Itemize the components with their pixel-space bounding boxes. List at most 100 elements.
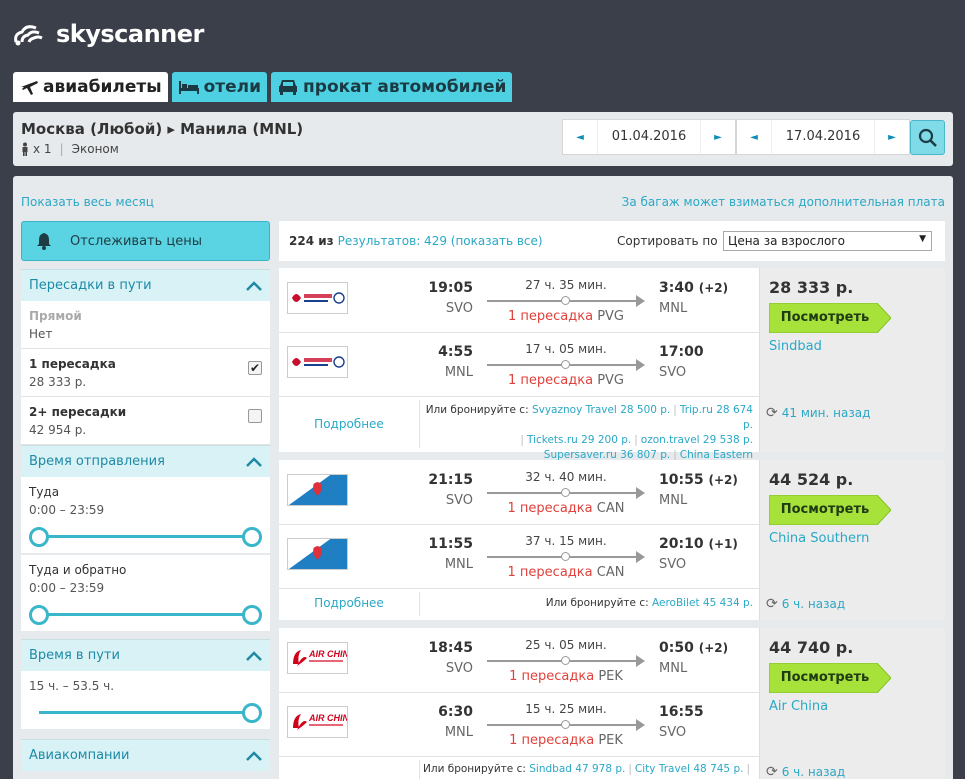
search-button[interactable]	[910, 120, 945, 155]
footer-separator	[419, 592, 420, 616]
arrival-time: 20:10 (+1)	[659, 536, 738, 552]
show-month-link[interactable]: Показать весь месяц	[21, 195, 154, 209]
alts-prefix: Или бронируйте с:	[425, 404, 529, 416]
stops-count: 1 пересадка	[507, 309, 594, 324]
tab-hotels[interactable]: отели	[171, 72, 268, 102]
details-link[interactable]: Подробнее	[279, 596, 419, 610]
slider-handle-min[interactable]	[29, 605, 49, 625]
track-prices-button[interactable]: Отслеживать цены	[21, 221, 270, 261]
stop-option-two-plus[interactable]: 2+ пересадки 42 954 р.	[21, 397, 270, 445]
time-slider	[29, 599, 262, 631]
flight-leg-return[interactable]: 11:55 MNL 37 ч. 15 мин. 1 пересадка CAN …	[279, 524, 759, 588]
agent-link[interactable]: China Southern	[769, 531, 869, 546]
departure-airport: MNL	[444, 557, 473, 572]
footer-separator	[419, 760, 420, 779]
day-offset: (+2)	[698, 281, 729, 295]
arrival-time: 17:00	[659, 344, 704, 360]
slider-handle-max[interactable]	[242, 605, 262, 625]
updated-time: ⟳ 6 ч. назад	[766, 764, 845, 779]
tab-car-rental[interactable]: прокат автомобилей	[271, 72, 513, 102]
chevron-up-icon	[246, 750, 262, 761]
next-date-button[interactable]: ►	[875, 120, 909, 154]
slider-track[interactable]	[39, 535, 252, 538]
alt-offer-link[interactable]: Sindbad 47 978 р.	[529, 763, 625, 775]
alt-offer-link[interactable]: Tickets.ru 29 200 р.	[527, 434, 631, 446]
departure-time: 4:55	[438, 344, 473, 360]
results-count: 224 из	[289, 234, 334, 248]
filter-departure-header[interactable]: Время отправления	[21, 445, 270, 477]
departure-outbound-range: Туда 0:00 – 23:59	[21, 477, 270, 553]
via-airport: CAN	[596, 501, 625, 516]
next-date-button[interactable]: ►	[701, 120, 735, 154]
alt-offer-link[interactable]: City Travel 48 745 р.	[635, 763, 744, 775]
separator: |	[59, 142, 64, 156]
arrival-time-value: 0:50	[659, 640, 694, 656]
slider-handle-min[interactable]	[29, 527, 49, 547]
departure-time: 6:30	[438, 704, 473, 720]
site-header: skyscanner авиабилеты отели прокат автом…	[0, 0, 965, 102]
arrival-airport: SVO	[659, 725, 687, 740]
tab-flights[interactable]: авиабилеты	[13, 72, 168, 102]
checkbox-unchecked[interactable]	[248, 409, 262, 423]
depart-date[interactable]: 01.04.2016	[597, 120, 701, 154]
alt-offer-link[interactable]: Trip.ru 28 674 р.	[680, 404, 753, 431]
flight-leg-return[interactable]: 4:55 MNL 17 ч. 05 мин. 1 пересадка PVG 1…	[279, 332, 759, 396]
flight-leg-outbound[interactable]: 21:15 SVO 32 ч. 40 мин. 1 пересадка CAN …	[279, 460, 759, 524]
arrival-time: 3:40 (+2)	[659, 280, 728, 296]
details-link[interactable]: Подробнее	[279, 417, 419, 431]
filter-airlines-header[interactable]: Авиакомпании	[21, 739, 270, 771]
prev-date-button[interactable]: ◄	[563, 120, 597, 154]
view-deal-button[interactable]: Посмотреть	[769, 663, 891, 693]
checkbox-checked[interactable]: ✔	[248, 361, 262, 375]
flight-leg-outbound[interactable]: AIR CHINA 18:45 SVO 25 ч. 05 мин. 1 пере…	[279, 628, 759, 692]
arrival-airport: MNL	[659, 493, 688, 508]
slider-track[interactable]	[39, 711, 252, 714]
stop-option-one[interactable]: 1 пересадка 28 333 р. ✔	[21, 349, 270, 397]
prev-date-button[interactable]: ◄	[737, 120, 771, 154]
updated-text: 6 ч. назад	[781, 765, 846, 779]
slider-track[interactable]	[39, 613, 252, 616]
departure-airport: MNL	[444, 365, 473, 380]
flight-leg-outbound[interactable]: 19:05 SVO 27 ч. 35 мин. 1 пересадка PVG …	[279, 268, 759, 332]
air-china-logo: AIR CHINA	[287, 706, 348, 738]
results-area: Показать весь месяц За багаж может взима…	[13, 176, 953, 779]
sort-select[interactable]: Цена за взрослого ▼	[723, 231, 932, 251]
slider-handle-max[interactable]	[242, 703, 262, 723]
departure-airport: SVO	[445, 661, 473, 676]
slider-handle-max[interactable]	[242, 527, 262, 547]
skyscanner-logo[interactable]: skyscanner	[12, 20, 204, 48]
return-date[interactable]: 17.04.2016	[771, 120, 875, 154]
time-slider	[29, 521, 262, 553]
route-title[interactable]: Москва (Любой) ▸ Манила (MNL)	[21, 120, 303, 138]
departure-time: 19:05	[428, 280, 473, 296]
day-offset: (+1)	[708, 537, 738, 551]
view-deal-button[interactable]: Посмотреть	[769, 495, 891, 525]
alt-offer-link[interactable]: Svyaznoy Travel 28 500 р.	[532, 404, 670, 416]
filter-stops-header[interactable]: Пересадки в пути	[21, 269, 270, 301]
stop-dot	[561, 296, 570, 305]
flight-leg-return[interactable]: AIR CHINA 6:30 MNL 15 ч. 25 мин. 1 перес…	[279, 692, 759, 756]
alt-offer-link[interactable]: ozon.travel 29 538 р.	[641, 434, 753, 446]
view-deal-button[interactable]: Посмотреть	[769, 303, 891, 333]
footer-separator	[419, 400, 420, 448]
flight-duration: 37 ч. 15 мин.	[525, 534, 607, 548]
person-icon	[22, 142, 28, 156]
sort-label: Сортировать по	[617, 234, 718, 248]
via-airport: PVG	[597, 309, 625, 324]
agent-link[interactable]: Sindbad	[769, 339, 822, 354]
stops-info: 1 пересадка PEK	[487, 669, 645, 684]
stops-count: 1 пересадка	[509, 669, 595, 684]
refresh-icon: ⟳	[766, 405, 778, 421]
baggage-notice-link[interactable]: За багаж может взиматься дополнительная …	[622, 195, 945, 209]
passenger-info[interactable]: x 1 | Эконом	[21, 142, 119, 156]
price-panel: 28 333 р. Посмотреть Sindbad ⟳ 41 мин. н…	[759, 268, 945, 452]
show-all-results-link[interactable]: Результатов: 429 (показать все)	[338, 234, 543, 248]
departure-time: 18:45	[428, 640, 473, 656]
filter-stops-body: Прямой Нет 1 пересадка 28 333 р. ✔ 2+ пе…	[21, 301, 270, 445]
stop-option-direct: Прямой Нет	[21, 301, 270, 349]
flight-duration: 15 ч. 25 мин.	[525, 702, 607, 716]
alt-offer-link[interactable]: AeroBilet 45 434 р.	[652, 597, 753, 609]
filter-duration-header[interactable]: Время в пути	[21, 639, 270, 671]
range-value: 0:00 – 23:59	[29, 503, 105, 517]
agent-link[interactable]: Air China	[769, 699, 828, 714]
